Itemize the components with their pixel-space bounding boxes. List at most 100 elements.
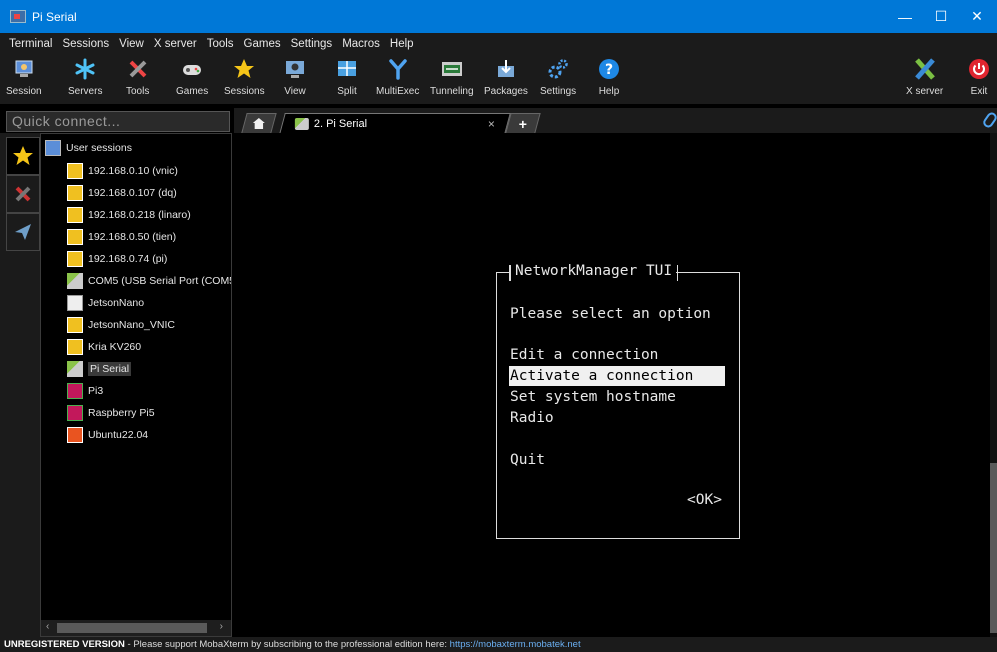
nmtui-option-activate[interactable]: Activate a connection [509, 366, 725, 386]
sessions-button[interactable]: Sessions [224, 58, 265, 102]
view-button[interactable]: View [284, 58, 306, 102]
menu-view[interactable]: View [114, 38, 149, 50]
menu-help[interactable]: Help [385, 38, 419, 50]
star-icon [233, 58, 255, 80]
sidetab-sftp[interactable] [6, 213, 40, 251]
session-item[interactable]: Pi3 [67, 381, 103, 401]
menu-games[interactable]: Games [239, 38, 286, 50]
tab-home[interactable] [241, 113, 277, 133]
serial-plug-icon [67, 273, 83, 289]
session-button[interactable]: Session [6, 58, 42, 102]
sidetab-tools[interactable] [6, 175, 40, 213]
serial-plug-icon [294, 118, 309, 130]
tab-pi-serial[interactable]: 2. Pi Serial × [279, 113, 511, 134]
mobatek-link[interactable]: https://mobaxterm.mobatek.net [450, 639, 581, 650]
nmtui-ok-button[interactable]: <OK> [687, 490, 722, 510]
servers-star-icon [74, 58, 96, 80]
side-tabs [0, 133, 40, 637]
session-item-label: Ubuntu22.04 [88, 429, 149, 441]
menu-settings[interactable]: Settings [286, 38, 338, 50]
tree-horizontal-scrollbar[interactable]: ‹ › [41, 620, 231, 636]
nmtui-option-edit[interactable]: Edit a connection [510, 345, 658, 365]
sidetab-sessions[interactable] [6, 137, 40, 175]
session-item-label: 192.168.0.74 (pi) [88, 253, 168, 265]
tunneling-button[interactable]: Tunneling [430, 58, 474, 102]
title-bar[interactable]: Pi Serial — ☐ ✕ [0, 0, 997, 33]
attachment-icon[interactable] [981, 110, 997, 130]
session-item[interactable]: Kria KV260 [67, 337, 141, 357]
nmtui-option-quit[interactable]: Quit [510, 450, 545, 470]
menu-macros[interactable]: Macros [337, 38, 385, 50]
exit-button[interactable]: Exit [968, 58, 990, 102]
menu-tools[interactable]: Tools [202, 38, 239, 50]
session-item[interactable]: Raspberry Pi5 [67, 403, 155, 423]
session-item[interactable]: 192.168.0.218 (linaro) [67, 205, 191, 225]
session-monitor-icon [13, 58, 35, 80]
nmtui-prompt: Please select an option [510, 306, 711, 322]
session-item[interactable]: 192.168.0.50 (tien) [67, 227, 176, 247]
linux-icon [67, 295, 83, 311]
session-item[interactable]: 192.168.0.74 (pi) [67, 249, 167, 269]
menu-xserver[interactable]: X server [149, 38, 202, 50]
window-title: Pi Serial [32, 9, 77, 24]
session-item[interactable]: JetsonNano [67, 293, 144, 313]
close-window-button[interactable]: ✕ [957, 0, 997, 33]
nmtui-title: NetworkManager TUI [508, 263, 679, 281]
quick-connect-input[interactable]: Quick connect... [6, 111, 230, 132]
status-bar: UNREGISTERED VERSION - Please support Mo… [0, 637, 997, 652]
tab-close-button[interactable]: × [488, 117, 495, 131]
paper-plane-icon [15, 224, 31, 240]
settings-button[interactable]: Settings [540, 58, 576, 102]
session-item-label: Pi Serial [88, 362, 132, 376]
session-item-label: 192.168.0.50 (tien) [88, 231, 177, 243]
scroll-thumb[interactable] [57, 623, 207, 633]
home-icon [253, 118, 265, 129]
mobaxterm-app-icon [10, 10, 26, 23]
session-item[interactable]: 192.168.0.10 (vnic) [67, 161, 178, 181]
gears-icon [547, 58, 569, 80]
ssh-key-icon [67, 185, 83, 201]
status-text: - Please support MobaXterm by subscribin… [124, 639, 450, 650]
session-item-label: 192.168.0.218 (linaro) [88, 209, 191, 221]
split-button[interactable]: Split [336, 58, 358, 102]
session-item-label: 192.168.0.107 (dq) [88, 187, 177, 199]
games-button[interactable]: Games [176, 58, 208, 102]
toolbar: Session Servers Tools Games Sessions Vie… [0, 54, 997, 104]
session-item[interactable]: COM5 (USB Serial Port (COM5 [67, 271, 231, 291]
scroll-thumb[interactable] [990, 463, 997, 633]
tools-button[interactable]: Tools [126, 58, 149, 102]
menu-terminal[interactable]: Terminal [4, 38, 57, 50]
help-button[interactable]: ? Help [598, 58, 620, 102]
session-item[interactable]: JetsonNano_VNIC [67, 315, 175, 335]
terminal-vertical-scrollbar[interactable] [990, 133, 997, 637]
session-item-label: Pi3 [88, 385, 104, 397]
ssh-key-icon [67, 251, 83, 267]
nmtui-option-hostname[interactable]: Set system hostname [510, 387, 676, 407]
new-tab-button[interactable]: + [505, 113, 541, 133]
xserver-button[interactable]: X server [906, 58, 943, 102]
scroll-left-arrow[interactable]: ‹ [46, 621, 49, 632]
packages-icon [495, 58, 517, 80]
session-item[interactable]: Ubuntu22.04 [67, 425, 148, 445]
session-item[interactable]: Pi Serial [67, 359, 132, 379]
multiexec-button[interactable]: MultiExec [376, 58, 419, 102]
menu-sessions[interactable]: Sessions [57, 38, 114, 50]
tunneling-icon [441, 58, 463, 80]
nmtui-dialog: NetworkManager TUI Please select an opti… [496, 263, 740, 539]
session-item[interactable]: 192.168.0.107 (dq) [67, 183, 177, 203]
user-sessions-icon [45, 140, 61, 156]
raspberry-icon [67, 383, 83, 399]
sessions-tree: User sessions 192.168.0.10 (vnic) 192.168… [40, 133, 232, 637]
scroll-right-arrow[interactable]: › [220, 621, 223, 632]
servers-button[interactable]: Servers [68, 58, 102, 102]
menu-bar: Terminal Sessions View X server Tools Ga… [0, 33, 997, 54]
gamepad-icon [181, 58, 203, 80]
power-icon [968, 58, 990, 80]
help-question-icon: ? [598, 58, 620, 80]
tree-root-user-sessions[interactable]: User sessions [45, 138, 132, 158]
packages-button[interactable]: Packages [484, 58, 528, 102]
nmtui-option-radio[interactable]: Radio [510, 408, 554, 428]
tools-icon [15, 186, 31, 202]
ssh-key-icon [67, 339, 83, 355]
view-monitor-icon [284, 58, 306, 80]
